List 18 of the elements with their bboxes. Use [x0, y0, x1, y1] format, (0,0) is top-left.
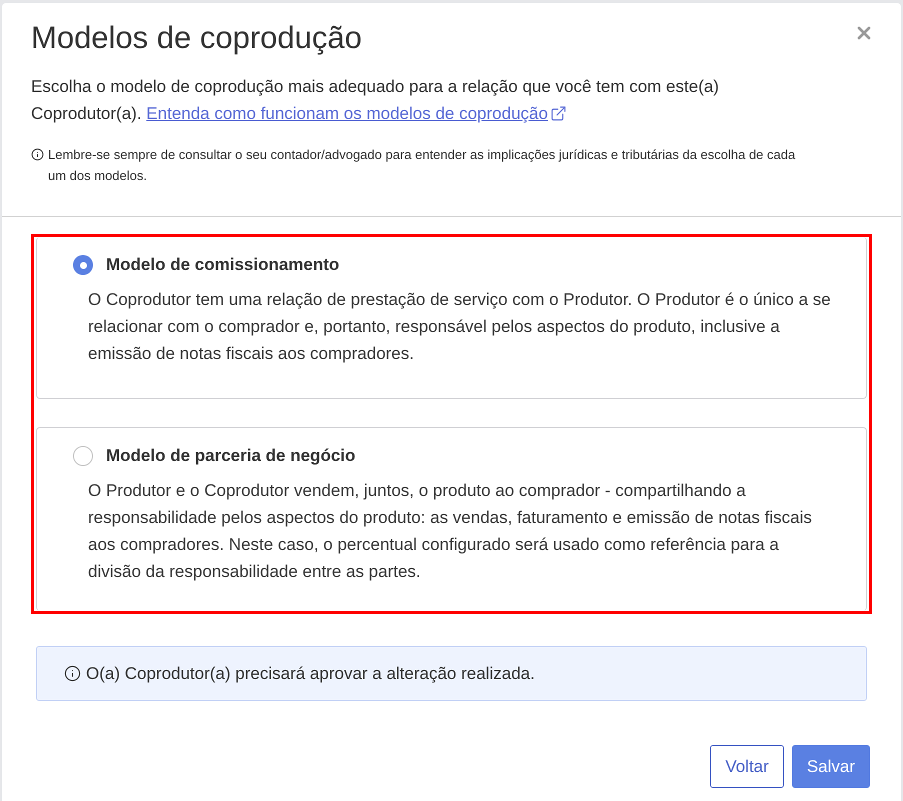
dialog-title: Modelos de coprodução — [31, 20, 362, 56]
help-link[interactable]: Entenda como funcionam os modelos de coprodução — [146, 100, 567, 127]
note-text: Lembre-se sempre de consultar o seu contador/advogado para entender as implicações jurídicas e tributárias da escolha de cada um dos modelos. — [48, 146, 796, 185]
option-title: Modelo de parceria de negócio — [106, 445, 356, 467]
option-description: O Coprodutor tem uma relação de prestação de serviço com o Produtor. O Produtor é o único a se relacionar com o comprador e, portanto, responsável pelos aspectos do produto, inclusive a emissão de notas fiscais aos compradores. — [87, 289, 832, 365]
back-button[interactable]: Voltar — [710, 745, 784, 788]
option-card[interactable] — [36, 237, 867, 399]
save-button[interactable]: Salvar — [792, 745, 870, 788]
alert-text: O(a) Coprodutor(a) precisará aprovar a alteração realizada. — [86, 662, 535, 685]
option-card[interactable] — [36, 427, 867, 611]
info-icon — [64, 665, 81, 682]
external-link-icon — [550, 105, 567, 122]
intro-text: Escolha o modelo de coprodução mais adequado para a relação que você tem com este(a) Coprodutor(a). Entenda como funcionam os modelos de coprodução — [31, 73, 776, 127]
option-title: Modelo de comissionamento — [106, 254, 340, 276]
info-icon — [31, 148, 44, 161]
radio-button[interactable] — [73, 446, 93, 466]
option-description: O Produtor e o Coprodutor vendem, juntos, o produto ao comprador - compartilhando a responsabilidade pelos aspectos do produto: as vendas, faturamento e emissão de notas fiscais aos compradores. Neste caso, o percentual configurado será usado como referência para a divisão da responsabilidade entre as partes. — [87, 480, 813, 583]
radio-button[interactable] — [73, 255, 93, 275]
